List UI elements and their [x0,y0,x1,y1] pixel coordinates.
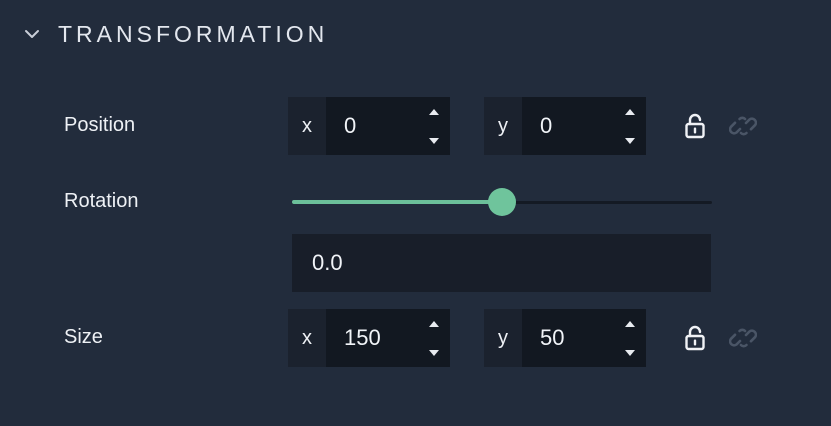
position-x-axis-label: x [288,97,326,155]
caret-down-icon [429,137,439,144]
position-y-axis-label: y [484,97,522,155]
position-y-increment-button[interactable] [614,97,646,126]
size-x-field: x 150 [288,309,450,367]
caret-up-icon [429,108,439,115]
size-link-icon[interactable] [728,323,758,353]
size-lock-icon[interactable] [680,323,710,353]
position-x-spinner [418,97,450,155]
caret-up-icon [625,108,635,115]
size-x-input[interactable]: 150 [326,309,418,367]
size-label: Size [64,326,103,348]
position-y-field: y 0 [484,97,646,155]
section-header[interactable]: TRANSFORMATION [22,16,328,52]
size-y-decrement-button[interactable] [614,338,646,367]
rotation-label: Rotation [64,190,139,212]
position-lock-icon[interactable] [680,111,710,141]
rotation-input[interactable]: 0.0 [292,234,711,292]
position-y-decrement-button[interactable] [614,126,646,155]
caret-down-icon [429,349,439,356]
position-label: Position [64,114,136,136]
position-link-icon[interactable] [728,111,758,141]
size-y-input[interactable]: 50 [522,309,614,367]
size-y-axis-label: y [484,309,522,367]
chevron-down-icon[interactable] [22,24,42,44]
rotation-slider-thumb[interactable] [488,188,516,216]
rotation-slider-fill [292,200,502,204]
caret-up-icon [429,320,439,327]
size-x-axis-label: x [288,309,326,367]
rotation-slider[interactable] [292,186,712,218]
caret-up-icon [625,320,635,327]
size-x-increment-button[interactable] [418,309,450,338]
size-x-decrement-button[interactable] [418,338,450,367]
section-title: TRANSFORMATION [58,20,329,47]
position-x-field: x 0 [288,97,450,155]
position-y-input[interactable]: 0 [522,97,614,155]
size-x-spinner [418,309,450,367]
size-y-increment-button[interactable] [614,309,646,338]
position-y-spinner [614,97,646,155]
caret-down-icon [625,137,635,144]
caret-down-icon [625,349,635,356]
position-x-decrement-button[interactable] [418,126,450,155]
size-y-field: y 50 [484,309,646,367]
position-x-increment-button[interactable] [418,97,450,126]
position-x-input[interactable]: 0 [326,97,418,155]
size-y-spinner [614,309,646,367]
transformation-panel: TRANSFORMATION Position x 0 y 0 Rotation… [0,0,831,426]
